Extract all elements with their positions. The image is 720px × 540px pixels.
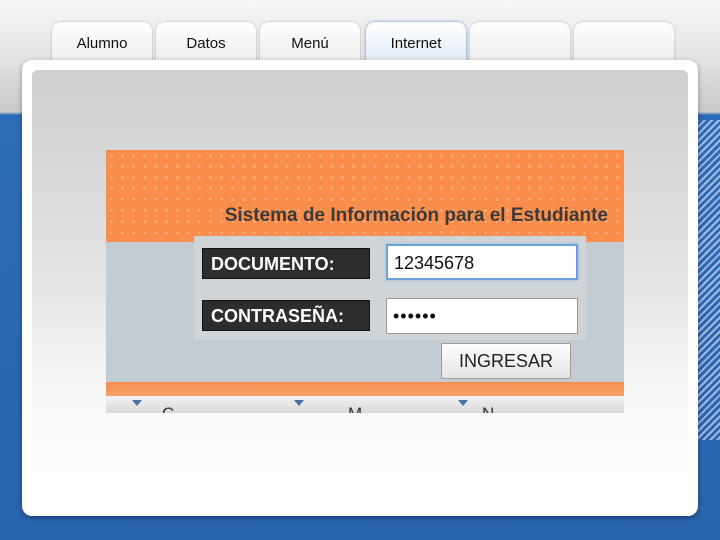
chevron-down-icon[interactable] xyxy=(132,400,142,406)
tab-internet[interactable]: Internet xyxy=(366,22,466,62)
document-input[interactable]: 12345678 xyxy=(386,244,578,280)
nav-bar: C M N xyxy=(106,396,624,413)
login-title: Sistema de Información para el Estudiant… xyxy=(224,205,608,226)
orange-divider xyxy=(106,382,624,396)
login-header: Sistema de Información para el Estudiant… xyxy=(106,150,624,242)
nav-item-2[interactable]: M xyxy=(348,404,362,413)
tab-menu[interactable]: Menú xyxy=(260,22,360,62)
tab-alumno[interactable]: Alumno xyxy=(52,22,152,62)
tab-empty-2[interactable] xyxy=(574,22,674,62)
ingresar-button[interactable]: INGRESAR xyxy=(441,343,571,379)
tab-empty-1[interactable] xyxy=(470,22,570,62)
nav-item-1[interactable]: C xyxy=(162,404,174,413)
chevron-down-icon[interactable] xyxy=(458,400,468,406)
tab-datos[interactable]: Datos xyxy=(156,22,256,62)
password-input[interactable]: •••••• xyxy=(386,298,578,334)
document-label: DOCUMENTO: xyxy=(202,248,370,279)
login-screenshot: Sistema de Información para el Estudiant… xyxy=(106,150,624,413)
nav-item-3[interactable]: N xyxy=(482,404,494,413)
chevron-down-icon[interactable] xyxy=(294,400,304,406)
password-label: CONTRASEÑA: xyxy=(202,300,370,331)
